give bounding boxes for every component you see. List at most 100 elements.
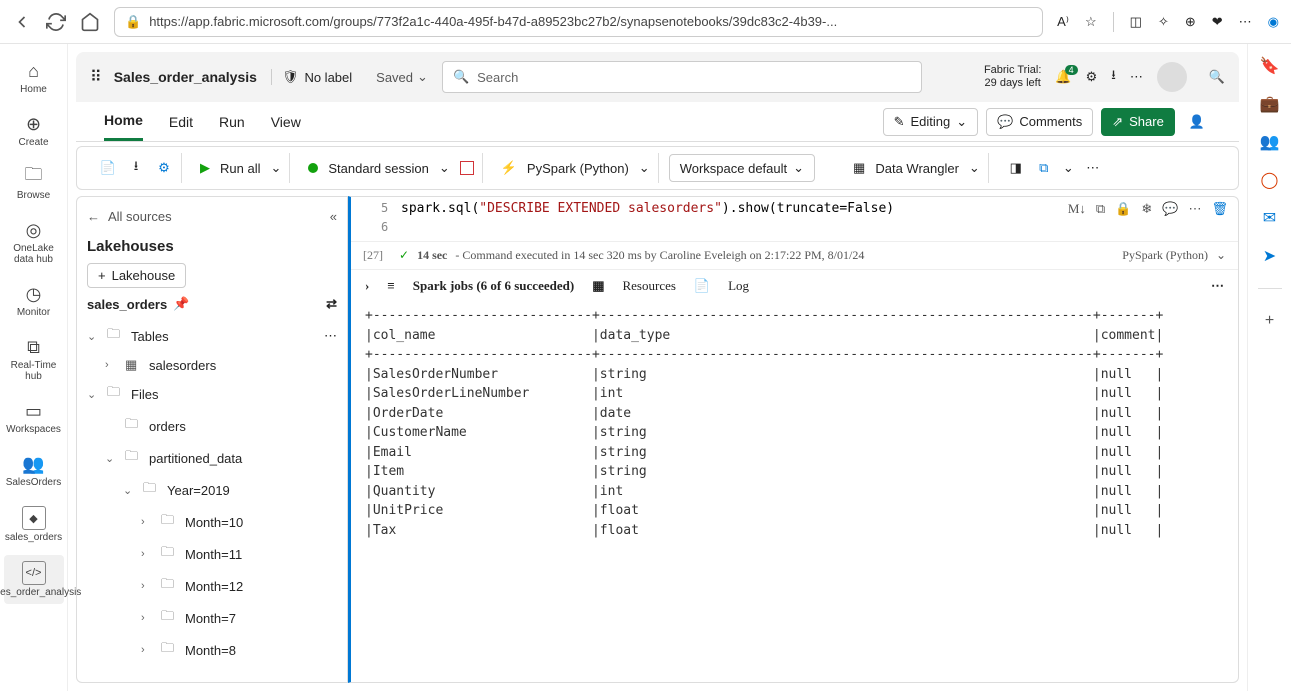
folder-month[interactable]: ›🗀Month=11 <box>87 538 337 570</box>
line-number: 5 <box>381 201 388 215</box>
health-icon[interactable]: ❤ <box>1212 14 1223 30</box>
folder-year[interactable]: ⌄🗀Year=2019 <box>87 474 337 506</box>
chevron-down-icon: ⌄ <box>87 388 101 401</box>
settings-icon[interactable]: ⚙ <box>1086 69 1098 85</box>
favorites-bar-icon[interactable]: ✧ <box>1158 14 1169 30</box>
more-icon[interactable]: ⋯ <box>1084 159 1102 177</box>
folder-orders[interactable]: 🗀orders <box>87 410 337 442</box>
rail-browse[interactable]: 🗀Browse <box>4 160 64 207</box>
more-icon[interactable]: ⋯ <box>1130 69 1143 85</box>
office-icon[interactable]: ◯ <box>1260 170 1280 190</box>
folder-month[interactable]: ›🗀Month=10 <box>87 506 337 538</box>
search-toggle-icon[interactable]: 🔍 <box>1209 69 1225 85</box>
chevron-down-icon[interactable]: ⌄ <box>1063 160 1074 176</box>
run-all-button[interactable]: Run all <box>220 161 260 176</box>
vscode-icon[interactable]: ⧉ <box>1035 159 1053 177</box>
folder-month[interactable]: ›🗀Month=12 <box>87 570 337 602</box>
chevron-down-icon[interactable]: ⌄ <box>1216 248 1226 263</box>
divider <box>1113 12 1114 32</box>
favorite-icon[interactable]: ☆ <box>1085 14 1097 30</box>
briefcase-icon[interactable]: 💼 <box>1260 94 1280 114</box>
tab-run[interactable]: Run <box>219 104 245 140</box>
chevron-down-icon[interactable]: ⌄ <box>969 160 980 176</box>
comments-button[interactable]: 💬Comments <box>986 108 1093 136</box>
app-launcher-icon[interactable]: ⠿ <box>90 67 100 87</box>
rail-home[interactable]: ⌂Home <box>4 54 64 101</box>
tag-icon[interactable]: 🔖 <box>1260 56 1280 76</box>
copilot-icon[interactable]: ◉ <box>1268 14 1279 30</box>
pin-icon[interactable]: 📌 <box>173 296 189 312</box>
layout-icon[interactable]: ◨ <box>1007 159 1025 177</box>
outlook-icon[interactable]: ✉ <box>1260 208 1280 228</box>
chevron-right-icon[interactable]: › <box>365 278 369 294</box>
active-lakehouse[interactable]: sales_orders 📌 ⇄ <box>87 288 337 320</box>
spark-jobs-link[interactable]: Spark jobs (6 of 6 succeeded) <box>413 278 574 294</box>
session-selector[interactable]: Standard session <box>328 161 428 176</box>
tab-home[interactable]: Home <box>104 102 143 141</box>
notifications-button[interactable]: 🔔 4 <box>1055 69 1071 85</box>
split-icon[interactable]: ◫ <box>1130 14 1142 30</box>
resources-link[interactable]: Resources <box>622 278 675 294</box>
rail-salesorders-lh[interactable]: ◆sales_orders <box>4 500 64 549</box>
rail-monitor[interactable]: ◷Monitor <box>4 277 64 324</box>
trial-status[interactable]: Fabric Trial: 29 days left <box>984 64 1041 90</box>
chevron-down-icon[interactable]: ⌄ <box>439 160 450 176</box>
collapse-icon[interactable]: « <box>330 209 337 224</box>
editing-mode-button[interactable]: ✎Editing⌄ <box>883 108 979 136</box>
add-app-icon[interactable]: + <box>1260 311 1280 331</box>
stop-button[interactable] <box>460 161 474 175</box>
search-input[interactable]: 🔍 Search <box>442 61 922 93</box>
back-icon[interactable] <box>12 12 32 32</box>
language-selector[interactable]: PySpark (Python) <box>527 161 629 176</box>
notebook-name[interactable]: Sales_order_analysis <box>114 69 257 85</box>
url-bar[interactable]: 🔒 https://app.fabric.microsoft.com/group… <box>114 7 1043 37</box>
refresh-icon[interactable] <box>46 12 66 32</box>
sensitivity-label[interactable]: 🛡 No label <box>271 69 362 85</box>
cell-language[interactable]: PySpark (Python) <box>1122 248 1208 263</box>
send-icon[interactable]: ➤ <box>1260 246 1280 266</box>
rail-realtime[interactable]: ⧉Real-Time hub <box>4 330 64 388</box>
data-wrangler-button[interactable]: Data Wrangler <box>875 161 959 176</box>
tables-node[interactable]: ⌄🗀Tables⋯ <box>87 320 337 352</box>
chevron-down-icon[interactable]: ⌄ <box>270 160 281 176</box>
code-line[interactable]: 5 spark.sql("DESCRIBE EXTENDED salesorde… <box>351 197 1238 216</box>
folder-month[interactable]: ›🗀Month=8 <box>87 634 337 666</box>
save-status[interactable]: Saved ⌄ <box>376 69 428 85</box>
chevron-down-icon[interactable]: ⌄ <box>639 160 650 176</box>
people-icon[interactable]: 👤 <box>1183 114 1211 130</box>
people-icon[interactable]: 👥 <box>1260 132 1280 152</box>
tab-view[interactable]: View <box>271 104 301 140</box>
environment-selector[interactable]: Workspace default ⌄ <box>669 154 815 182</box>
rail-salesorders-ws[interactable]: 👥SalesOrders <box>4 447 64 494</box>
add-lakehouse-button[interactable]: + Lakehouse <box>87 263 186 288</box>
download-icon[interactable]: ⭳ <box>127 159 145 177</box>
tab-edit[interactable]: Edit <box>169 104 193 140</box>
rail-create[interactable]: ⊕Create <box>4 107 64 154</box>
more-icon[interactable]: ⋯ <box>324 328 337 344</box>
folder-partitioned[interactable]: ⌄🗀partitioned_data <box>87 442 337 474</box>
play-icon: ▶ <box>200 160 210 176</box>
settings-icon[interactable]: ⚙ <box>155 159 173 177</box>
log-link[interactable]: Log <box>728 278 749 294</box>
table-salesorders[interactable]: ›▦salesorders <box>87 352 337 378</box>
code-line[interactable]: 6 <box>351 216 1238 235</box>
rail-onelake[interactable]: ◎OneLake data hub <box>4 213 64 271</box>
plus-icon: + <box>98 268 106 283</box>
folder-icon: 🗀 <box>161 575 179 597</box>
save-icon[interactable]: 📄 <box>99 159 117 177</box>
home-icon[interactable] <box>80 12 100 32</box>
user-avatar[interactable] <box>1157 62 1187 92</box>
collections-icon[interactable]: ⊕ <box>1185 14 1196 30</box>
share-button[interactable]: ⇗Share <box>1101 108 1175 136</box>
rail-workspaces[interactable]: ▭Workspaces <box>4 394 64 441</box>
download-icon[interactable]: ⭳ <box>1111 66 1116 88</box>
notebook-editor[interactable]: M↓ ⧉ 🔒 ❄ 💬 ⋯ 🗑 5 spark.sql("DESCRIBE EXT… <box>348 196 1239 683</box>
all-sources-button[interactable]: ← All sources « <box>87 205 337 228</box>
more-icon[interactable]: ⋯ <box>1239 14 1252 30</box>
more-icon[interactable]: ⋯ <box>1211 278 1224 294</box>
refresh-icon[interactable]: ⇄ <box>326 296 337 312</box>
read-aloud-icon[interactable]: A⁾ <box>1057 14 1069 30</box>
folder-month[interactable]: ›🗀Month=7 <box>87 602 337 634</box>
files-node[interactable]: ⌄🗀Files <box>87 378 337 410</box>
rail-notebook[interactable]: </>Sales_order_analysis <box>4 555 64 604</box>
